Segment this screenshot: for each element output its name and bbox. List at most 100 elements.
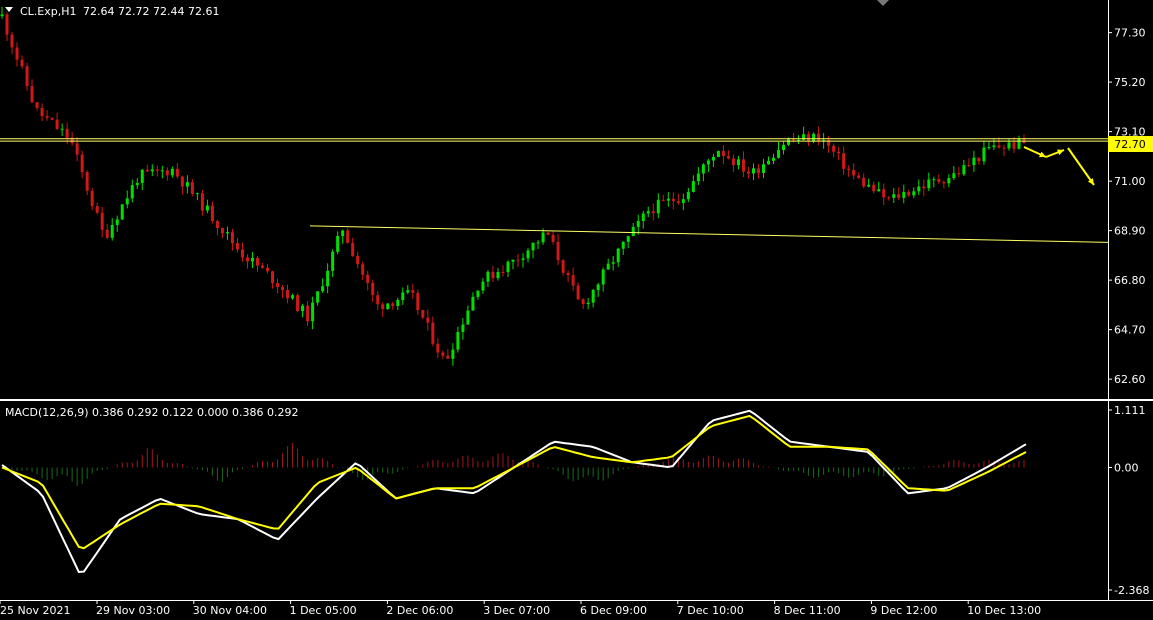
candle-body	[716, 151, 720, 157]
candle-body	[922, 186, 926, 189]
trendline[interactable]	[309, 225, 1109, 243]
candle-body	[932, 179, 936, 181]
candle-body	[907, 192, 911, 196]
trendline-segment	[309, 225, 1109, 243]
current-price-tag: 72.70	[1108, 136, 1153, 152]
candle-body	[777, 150, 781, 158]
candle-body	[511, 259, 515, 262]
candle-body	[165, 170, 169, 176]
candle-body	[862, 177, 866, 187]
candle-body	[812, 133, 816, 142]
candle-body	[857, 175, 861, 178]
candle-body	[361, 264, 365, 275]
candle-body	[927, 179, 931, 189]
candle-body	[175, 168, 179, 177]
candle-body	[1002, 147, 1006, 149]
candle-body	[10, 34, 14, 48]
candle-body	[411, 290, 415, 293]
candle-body	[601, 269, 605, 285]
price-levels	[0, 138, 1108, 142]
candle-body	[75, 143, 79, 155]
candle-body	[877, 189, 881, 192]
candle-body	[616, 248, 620, 263]
candle-body	[481, 281, 485, 291]
candle-body	[576, 285, 580, 300]
candle-body	[311, 302, 315, 322]
time-tick-label: 30 Nov 04:00	[193, 604, 267, 617]
candle-body	[501, 272, 505, 274]
candle-body	[125, 198, 129, 205]
candle-body	[666, 198, 670, 201]
candle-body	[917, 186, 921, 192]
candle-body	[20, 59, 24, 67]
candle-body	[416, 292, 420, 311]
candle-body	[230, 232, 234, 244]
candle-body	[792, 139, 796, 141]
price-tick-label: 64.70	[1114, 324, 1146, 337]
candle-body	[160, 170, 164, 172]
trading-chart[interactable]: 77.3075.2073.1071.0068.9066.8064.7062.60…	[0, 0, 1153, 620]
candle-body	[456, 331, 460, 350]
candle-body	[681, 199, 685, 203]
candle-body	[286, 290, 290, 299]
candle-body	[301, 305, 305, 312]
candle-body	[606, 263, 610, 270]
candle-body	[381, 304, 385, 310]
time-axis: 25 Nov 2021 29 Nov 03:00 30 Nov 04:00 1 Dec…	[0, 600, 1041, 617]
candle-body	[641, 213, 645, 222]
candle-body	[892, 194, 896, 198]
candle-body	[35, 102, 39, 108]
candle-body	[992, 145, 996, 148]
time-tick-label: 8 Dec 11:00	[774, 604, 841, 617]
candle-body	[396, 299, 400, 306]
candle-body	[977, 157, 981, 162]
candle-body	[376, 295, 380, 305]
candle-body	[591, 289, 595, 303]
time-tick-label: 2 Dec 06:00	[386, 604, 453, 617]
candle-body	[115, 219, 119, 225]
candle-body	[726, 156, 730, 159]
scroll-marker-icon[interactable]	[877, 0, 889, 6]
candle-body	[772, 157, 776, 161]
symbol-label: CL.Exp,H1	[20, 5, 77, 18]
candle-body	[170, 168, 174, 176]
price-tick-label: 75.20	[1114, 76, 1146, 89]
candle-body	[441, 352, 445, 356]
candle-body	[746, 171, 750, 174]
forecast-arrows	[1023, 146, 1095, 186]
triangle-down-icon[interactable]	[5, 7, 13, 12]
forecast-arrow-line	[1067, 147, 1095, 186]
candle-body	[972, 157, 976, 166]
candle-body	[321, 286, 325, 292]
candle-body	[0, 14, 4, 17]
time-tick-label: 1 Dec 05:00	[290, 604, 357, 617]
candle-body	[220, 227, 224, 234]
candle-body	[852, 170, 856, 176]
candle-body	[671, 198, 675, 202]
price-tick-label: 77.30	[1114, 27, 1146, 40]
candle-body	[526, 250, 530, 259]
candle-body	[536, 242, 540, 244]
candle-body	[431, 322, 435, 344]
candle-body	[130, 185, 134, 199]
macd-lines	[1, 409, 1027, 574]
candle-body	[426, 317, 430, 323]
candle-body	[210, 205, 214, 222]
candle-body	[741, 159, 745, 172]
macd-tick-label: 0.00	[1114, 461, 1139, 474]
candle-body	[581, 299, 585, 304]
candle-body	[356, 255, 360, 265]
time-tick-label: 9 Dec 12:00	[870, 604, 937, 617]
candle-body	[761, 164, 765, 173]
candle-body	[541, 232, 545, 243]
candle-body	[451, 349, 455, 359]
candle-body	[200, 193, 204, 211]
candle-body	[476, 290, 480, 297]
candle-body	[626, 236, 630, 242]
time-tick-label: 6 Dec 09:00	[580, 604, 647, 617]
candle-body	[531, 242, 535, 251]
price-tick-label: 66.80	[1114, 274, 1146, 287]
candle-body	[446, 355, 450, 359]
candle-body	[371, 282, 375, 296]
candle-body	[436, 343, 440, 353]
